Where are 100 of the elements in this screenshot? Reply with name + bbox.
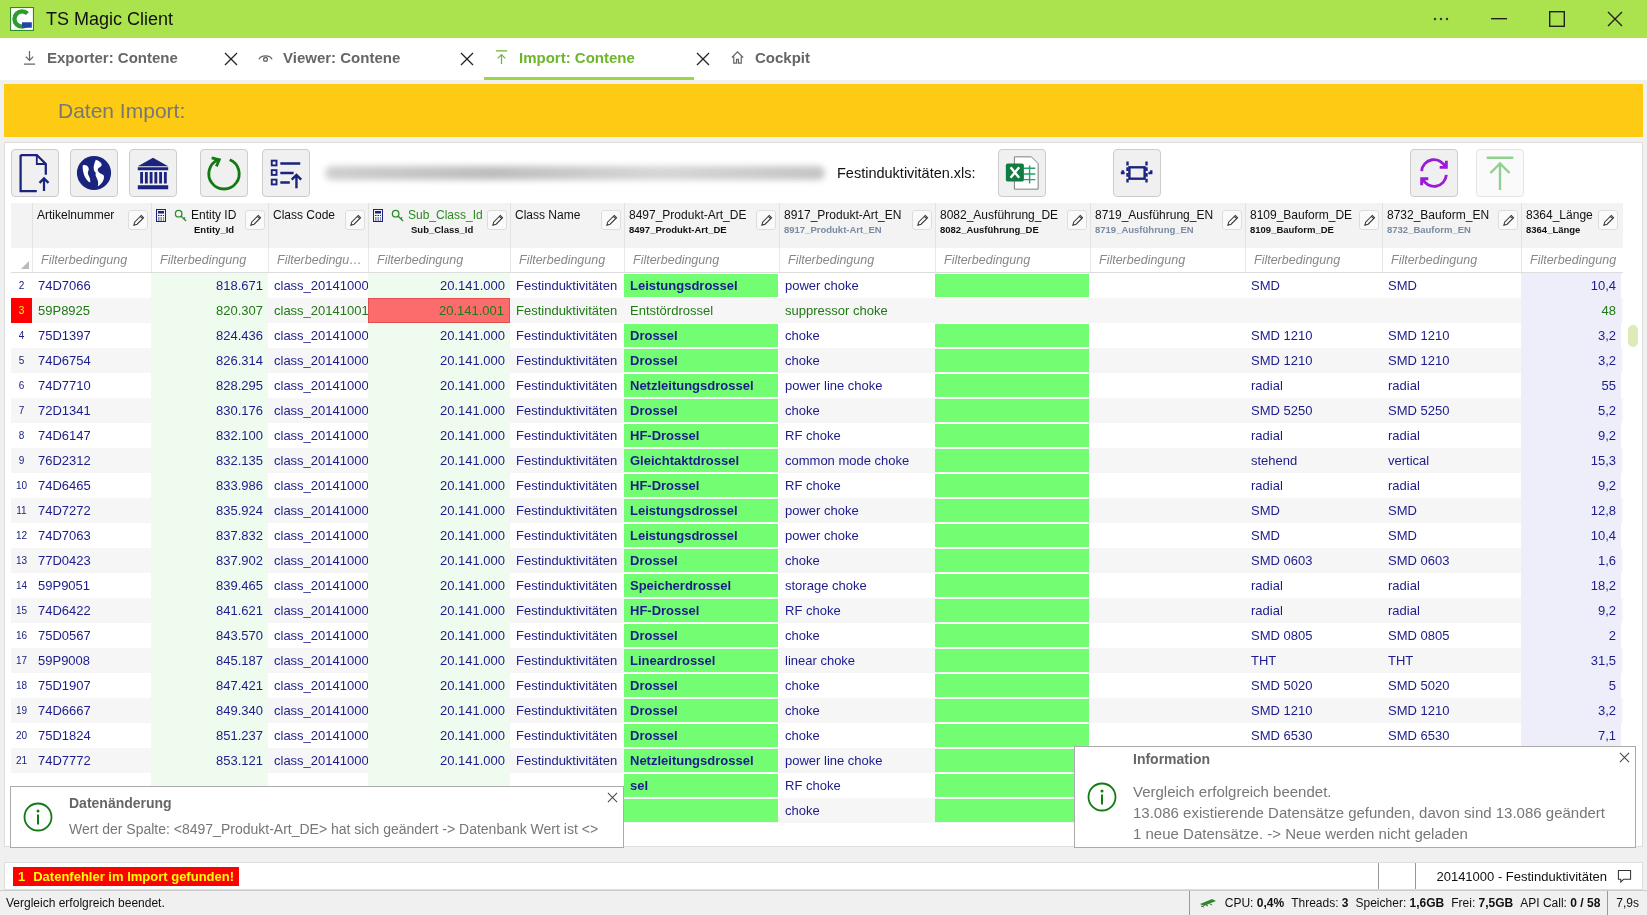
table-cell-text: radial: [1250, 426, 1284, 445]
close-icon[interactable]: [607, 792, 618, 803]
table-cell-text: 74D7066: [37, 276, 92, 295]
edit-button[interactable]: [912, 210, 932, 230]
edit-button[interactable]: [1067, 210, 1087, 230]
info-icon: [23, 802, 53, 832]
more-options-icon[interactable]: [1433, 17, 1449, 21]
table-cell: 20.141.000: [368, 723, 510, 748]
table-cell: 9,2: [1521, 423, 1621, 448]
column-subtitle: 8719_Ausführung_EN: [1095, 224, 1195, 235]
table-cell-text: class_20141000: [273, 551, 368, 570]
close-tab-icon[interactable]: [460, 52, 474, 66]
edit-button[interactable]: [345, 210, 365, 230]
table-cell: 832.100: [151, 423, 268, 448]
table-cell: 20.141.000: [368, 548, 510, 573]
columns-button[interactable]: [1112, 149, 1161, 197]
table-cell-text: 59P9008: [37, 651, 92, 670]
minimize-icon[interactable]: [1491, 18, 1507, 20]
close-tab-icon[interactable]: [696, 52, 710, 66]
table-cell: 835.924: [151, 498, 268, 523]
table-cell-text: SMD: [1387, 501, 1418, 520]
edit-button[interactable]: [756, 210, 776, 230]
new-file-button[interactable]: [11, 149, 59, 197]
edit-button[interactable]: [1359, 210, 1379, 230]
edit-button[interactable]: [1598, 210, 1618, 230]
edit-button[interactable]: [487, 210, 507, 230]
file-name-label: Festinduktivitäten.xls:: [837, 165, 976, 181]
pencil-icon: [1501, 213, 1515, 227]
table-cell: 20.141.000: [368, 348, 510, 373]
edit-button[interactable]: [601, 210, 621, 230]
table-cell-text: 59P8925: [37, 301, 92, 320]
sync-button[interactable]: [1409, 149, 1458, 197]
table-cell-text: 75D1824: [37, 726, 92, 745]
globe-button[interactable]: [70, 149, 118, 197]
table-cell: 20.141.000: [368, 448, 510, 473]
tab[interactable]: Cockpit: [720, 38, 930, 80]
table-cell: 5,2: [1521, 398, 1621, 423]
table-cell: 2: [1521, 623, 1621, 648]
table-cell-text: 75D0567: [37, 626, 92, 645]
comment-icon[interactable]: [1617, 868, 1632, 884]
pencil-icon: [1601, 213, 1615, 227]
column-subtitle: 8109_Bauform_DE: [1250, 224, 1335, 235]
refresh-button[interactable]: [200, 149, 248, 197]
table-cell: 818.671: [151, 273, 268, 298]
table-cell-text: SMD 0603: [1387, 551, 1451, 570]
edit-button[interactable]: [245, 210, 265, 230]
table-cell: 20.141.000: [368, 423, 510, 448]
table-cell-text: 74D6147: [37, 426, 92, 445]
table-cell: 847.421: [151, 673, 268, 698]
table-cell-text: class_20141000: [273, 626, 368, 645]
edit-button[interactable]: [128, 210, 148, 230]
tab[interactable]: Exporter: Contene: [12, 38, 222, 80]
column-subtitle: 8917_Produkt-Art_EN: [784, 224, 883, 235]
notification-title: Information: [1133, 750, 1210, 767]
bank-button[interactable]: [129, 149, 177, 197]
column-title: Class Code: [273, 208, 336, 222]
scrollbar-thumb[interactable]: [1628, 325, 1638, 347]
table-cell: 820.307: [151, 298, 268, 323]
close-tab-icon[interactable]: [224, 52, 238, 66]
row-number: 10: [14, 479, 29, 493]
table-cell-text: Festinduktivitäten: [515, 626, 619, 645]
page-title: Daten Import:: [58, 98, 186, 123]
table-cell: Lineardrossel: [624, 649, 778, 672]
pencil-icon: [604, 213, 618, 227]
table-cell-text: THT: [1250, 651, 1278, 670]
table-cell-text: class_20141000: [273, 676, 368, 695]
window-title: TS Magic Client: [46, 8, 174, 30]
table-cell: Drossel: [624, 699, 778, 722]
table-cell: Netzleitungsdrossel: [624, 749, 778, 772]
list-upload-button[interactable]: [262, 149, 310, 197]
error-message: Datenfehler im Import gefunden!: [33, 868, 235, 884]
table-cell-text: SMD 1210: [1387, 351, 1451, 370]
home-icon: [730, 50, 745, 65]
row-number: 17: [14, 654, 29, 668]
table-cell: 12,8: [1521, 498, 1621, 523]
table-cell-text: class_20141000: [273, 451, 368, 470]
table-cell: HF-Drossel: [624, 599, 778, 622]
maximize-icon[interactable]: [1549, 11, 1565, 27]
table-cell: Gleichtaktdrossel: [624, 449, 778, 472]
table-cell-text: SMD 1210: [1387, 326, 1451, 345]
close-icon[interactable]: [1619, 752, 1630, 763]
calculator-icon: [156, 208, 166, 222]
column-subtitle: 8082_Ausführung_DE: [940, 224, 1040, 235]
table-cell: 31,5: [1521, 648, 1621, 673]
column-subtitle: 8732_Bauform_EN: [1387, 224, 1472, 235]
excel-button[interactable]: [997, 149, 1046, 197]
table-cell: sel: [624, 774, 778, 797]
table-cell-text: 74D6667: [37, 701, 92, 720]
table-cell-text: stehend: [1250, 451, 1299, 470]
pencil-icon: [348, 213, 362, 227]
table-cell-text: 75D1907: [37, 676, 92, 695]
close-icon[interactable]: [1607, 11, 1623, 27]
edit-button[interactable]: [1498, 210, 1518, 230]
table-cell-text: radial: [1387, 601, 1421, 620]
table-cell: 828.295: [151, 373, 268, 398]
edit-button[interactable]: [1222, 210, 1242, 230]
tab[interactable]: Viewer: Contene: [248, 38, 458, 80]
table-cell: 7,1: [1521, 723, 1621, 748]
table-cell-text: 77D0423: [37, 551, 92, 570]
column-title: Sub_Class_Id: [408, 208, 483, 222]
